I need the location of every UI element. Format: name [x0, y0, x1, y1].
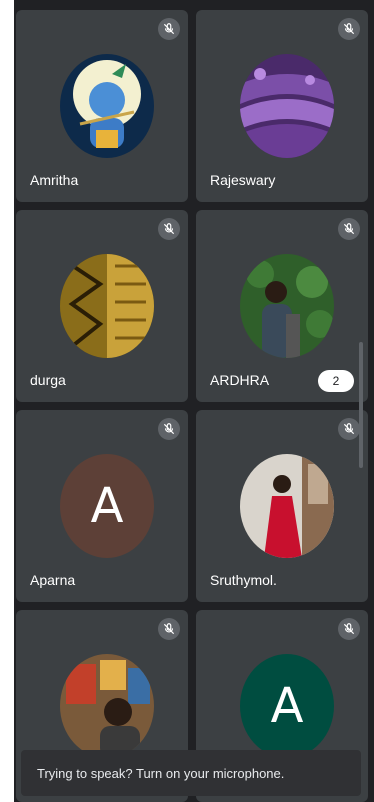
avatar	[60, 54, 154, 158]
mic-off-icon	[338, 18, 360, 40]
participant-tile-aparna[interactable]: A Aparna	[16, 410, 188, 602]
participant-name: Rajeswary	[210, 172, 276, 188]
mic-off-icon	[158, 18, 180, 40]
mic-off-icon	[338, 618, 360, 640]
participant-name: Aparna	[30, 572, 76, 588]
avatar	[60, 254, 154, 358]
mic-off-icon	[338, 218, 360, 240]
avatar	[60, 654, 154, 758]
meeting-grid: Amritha Rajeswary durga ARDHRA 2 A Aparn…	[14, 0, 374, 802]
mic-off-icon	[158, 618, 180, 640]
avatar	[240, 254, 334, 358]
participant-name: ARDHRA	[210, 372, 270, 388]
avatar-letter: A	[60, 454, 154, 558]
participant-name: Sruthymol.	[210, 572, 277, 588]
participant-tile-durga[interactable]: durga	[16, 210, 188, 402]
microphone-snackbar: Trying to speak? Turn on your microphone…	[21, 750, 361, 796]
mic-off-icon	[158, 218, 180, 240]
participant-tile-sruthymol[interactable]: Sruthymol.	[196, 410, 368, 602]
snackbar-text: Trying to speak? Turn on your microphone…	[37, 765, 285, 781]
mic-off-icon	[338, 418, 360, 440]
avatar-letter: A	[240, 654, 334, 758]
participant-tile-ardhra[interactable]: ARDHRA 2	[196, 210, 368, 402]
count-badge[interactable]: 2	[318, 370, 354, 392]
mic-off-icon	[158, 418, 180, 440]
participant-tile-rajeswary[interactable]: Rajeswary	[196, 10, 368, 202]
participant-name: Amritha	[30, 172, 79, 188]
avatar: A	[240, 654, 334, 758]
avatar: A	[60, 454, 154, 558]
avatar	[240, 454, 334, 558]
avatar	[240, 54, 334, 158]
scrollbar[interactable]	[359, 342, 363, 468]
participant-name: durga	[30, 372, 66, 388]
participant-tile-amritha[interactable]: Amritha	[16, 10, 188, 202]
